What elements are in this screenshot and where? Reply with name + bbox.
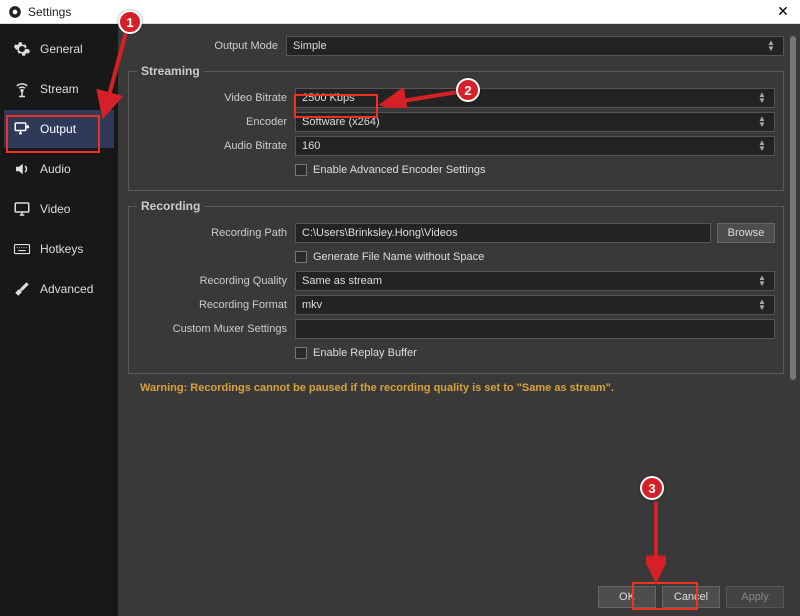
video-bitrate-label: Video Bitrate	[137, 92, 295, 104]
monitor-icon	[12, 199, 32, 219]
checkbox-box	[295, 164, 307, 176]
streaming-legend: Streaming	[137, 64, 204, 78]
sidebar-item-hotkeys[interactable]: Hotkeys	[4, 230, 114, 268]
keyboard-icon	[12, 239, 32, 259]
enable-advanced-encoder-checkbox[interactable]: Enable Advanced Encoder Settings	[295, 160, 485, 180]
recording-quality-select[interactable]: Same as stream ▲▼	[295, 271, 775, 291]
titlebar: Settings ✕	[0, 0, 800, 24]
video-bitrate-input[interactable]: 2500 Kbps ▲▼	[295, 88, 775, 108]
vertical-scrollbar[interactable]	[790, 36, 796, 380]
replay-buffer-checkbox[interactable]: Enable Replay Buffer	[295, 343, 417, 363]
monitor-output-icon	[12, 119, 32, 139]
audio-bitrate-select[interactable]: 160 ▲▼	[295, 136, 775, 156]
recording-path-label: Recording Path	[137, 227, 295, 239]
sidebar-item-video[interactable]: Video	[4, 190, 114, 228]
recording-group: Recording Recording Path C:\Users\Brinks…	[128, 199, 784, 374]
settings-content: Output Mode Simple ▲▼ Streaming Video Bi…	[118, 24, 800, 616]
recording-format-label: Recording Format	[137, 299, 295, 311]
checkbox-box	[295, 251, 307, 263]
sidebar-item-advanced[interactable]: Advanced	[4, 270, 114, 308]
muxer-input[interactable]	[295, 319, 775, 339]
app-logo-icon	[8, 5, 22, 19]
sidebar-item-stream[interactable]: Stream	[4, 70, 114, 108]
recording-path-input[interactable]: C:\Users\Brinksley.Hong\Videos	[295, 223, 711, 243]
sidebar-item-label: Stream	[40, 82, 79, 96]
speaker-icon	[12, 159, 32, 179]
encoder-label: Encoder	[137, 116, 295, 128]
window-close-button[interactable]: ✕	[774, 3, 792, 20]
sidebar-item-label: Output	[40, 122, 76, 136]
recording-legend: Recording	[137, 199, 204, 213]
settings-sidebar: General Stream Output Audio Video Hotkey…	[0, 24, 118, 616]
browse-button[interactable]: Browse	[717, 223, 775, 243]
sidebar-item-label: Video	[40, 202, 70, 216]
sidebar-item-label: Advanced	[40, 282, 93, 296]
cancel-button[interactable]: Cancel	[662, 586, 720, 608]
scrollbar-thumb[interactable]	[790, 36, 796, 380]
sidebar-item-label: General	[40, 42, 83, 56]
recording-quality-label: Recording Quality	[137, 275, 295, 287]
streaming-group: Streaming Video Bitrate 2500 Kbps ▲▼ Enc…	[128, 64, 784, 191]
checkbox-box	[295, 347, 307, 359]
muxer-label: Custom Muxer Settings	[137, 323, 295, 335]
recording-format-select[interactable]: mkv ▲▼	[295, 295, 775, 315]
audio-bitrate-label: Audio Bitrate	[137, 140, 295, 152]
sidebar-item-output[interactable]: Output	[4, 110, 114, 148]
tools-icon	[12, 279, 32, 299]
apply-button: Apply	[726, 586, 784, 608]
antenna-icon	[12, 79, 32, 99]
sidebar-item-general[interactable]: General	[4, 30, 114, 68]
output-mode-select[interactable]: Simple ▲▼	[286, 36, 784, 56]
dialog-footer: OK Cancel Apply	[118, 578, 800, 616]
output-mode-label: Output Mode	[128, 40, 286, 52]
window-title: Settings	[28, 5, 71, 19]
encoder-select[interactable]: Software (x264) ▲▼	[295, 112, 775, 132]
sidebar-item-label: Audio	[40, 162, 71, 176]
gear-icon	[12, 39, 32, 59]
sidebar-item-label: Hotkeys	[40, 242, 83, 256]
sidebar-item-audio[interactable]: Audio	[4, 150, 114, 188]
warning-text: Warning: Recordings cannot be paused if …	[140, 382, 784, 394]
gen-filename-checkbox[interactable]: Generate File Name without Space	[295, 247, 484, 267]
settings-window: Settings ✕ General Stream Output Audio	[0, 0, 800, 616]
ok-button[interactable]: OK	[598, 586, 656, 608]
